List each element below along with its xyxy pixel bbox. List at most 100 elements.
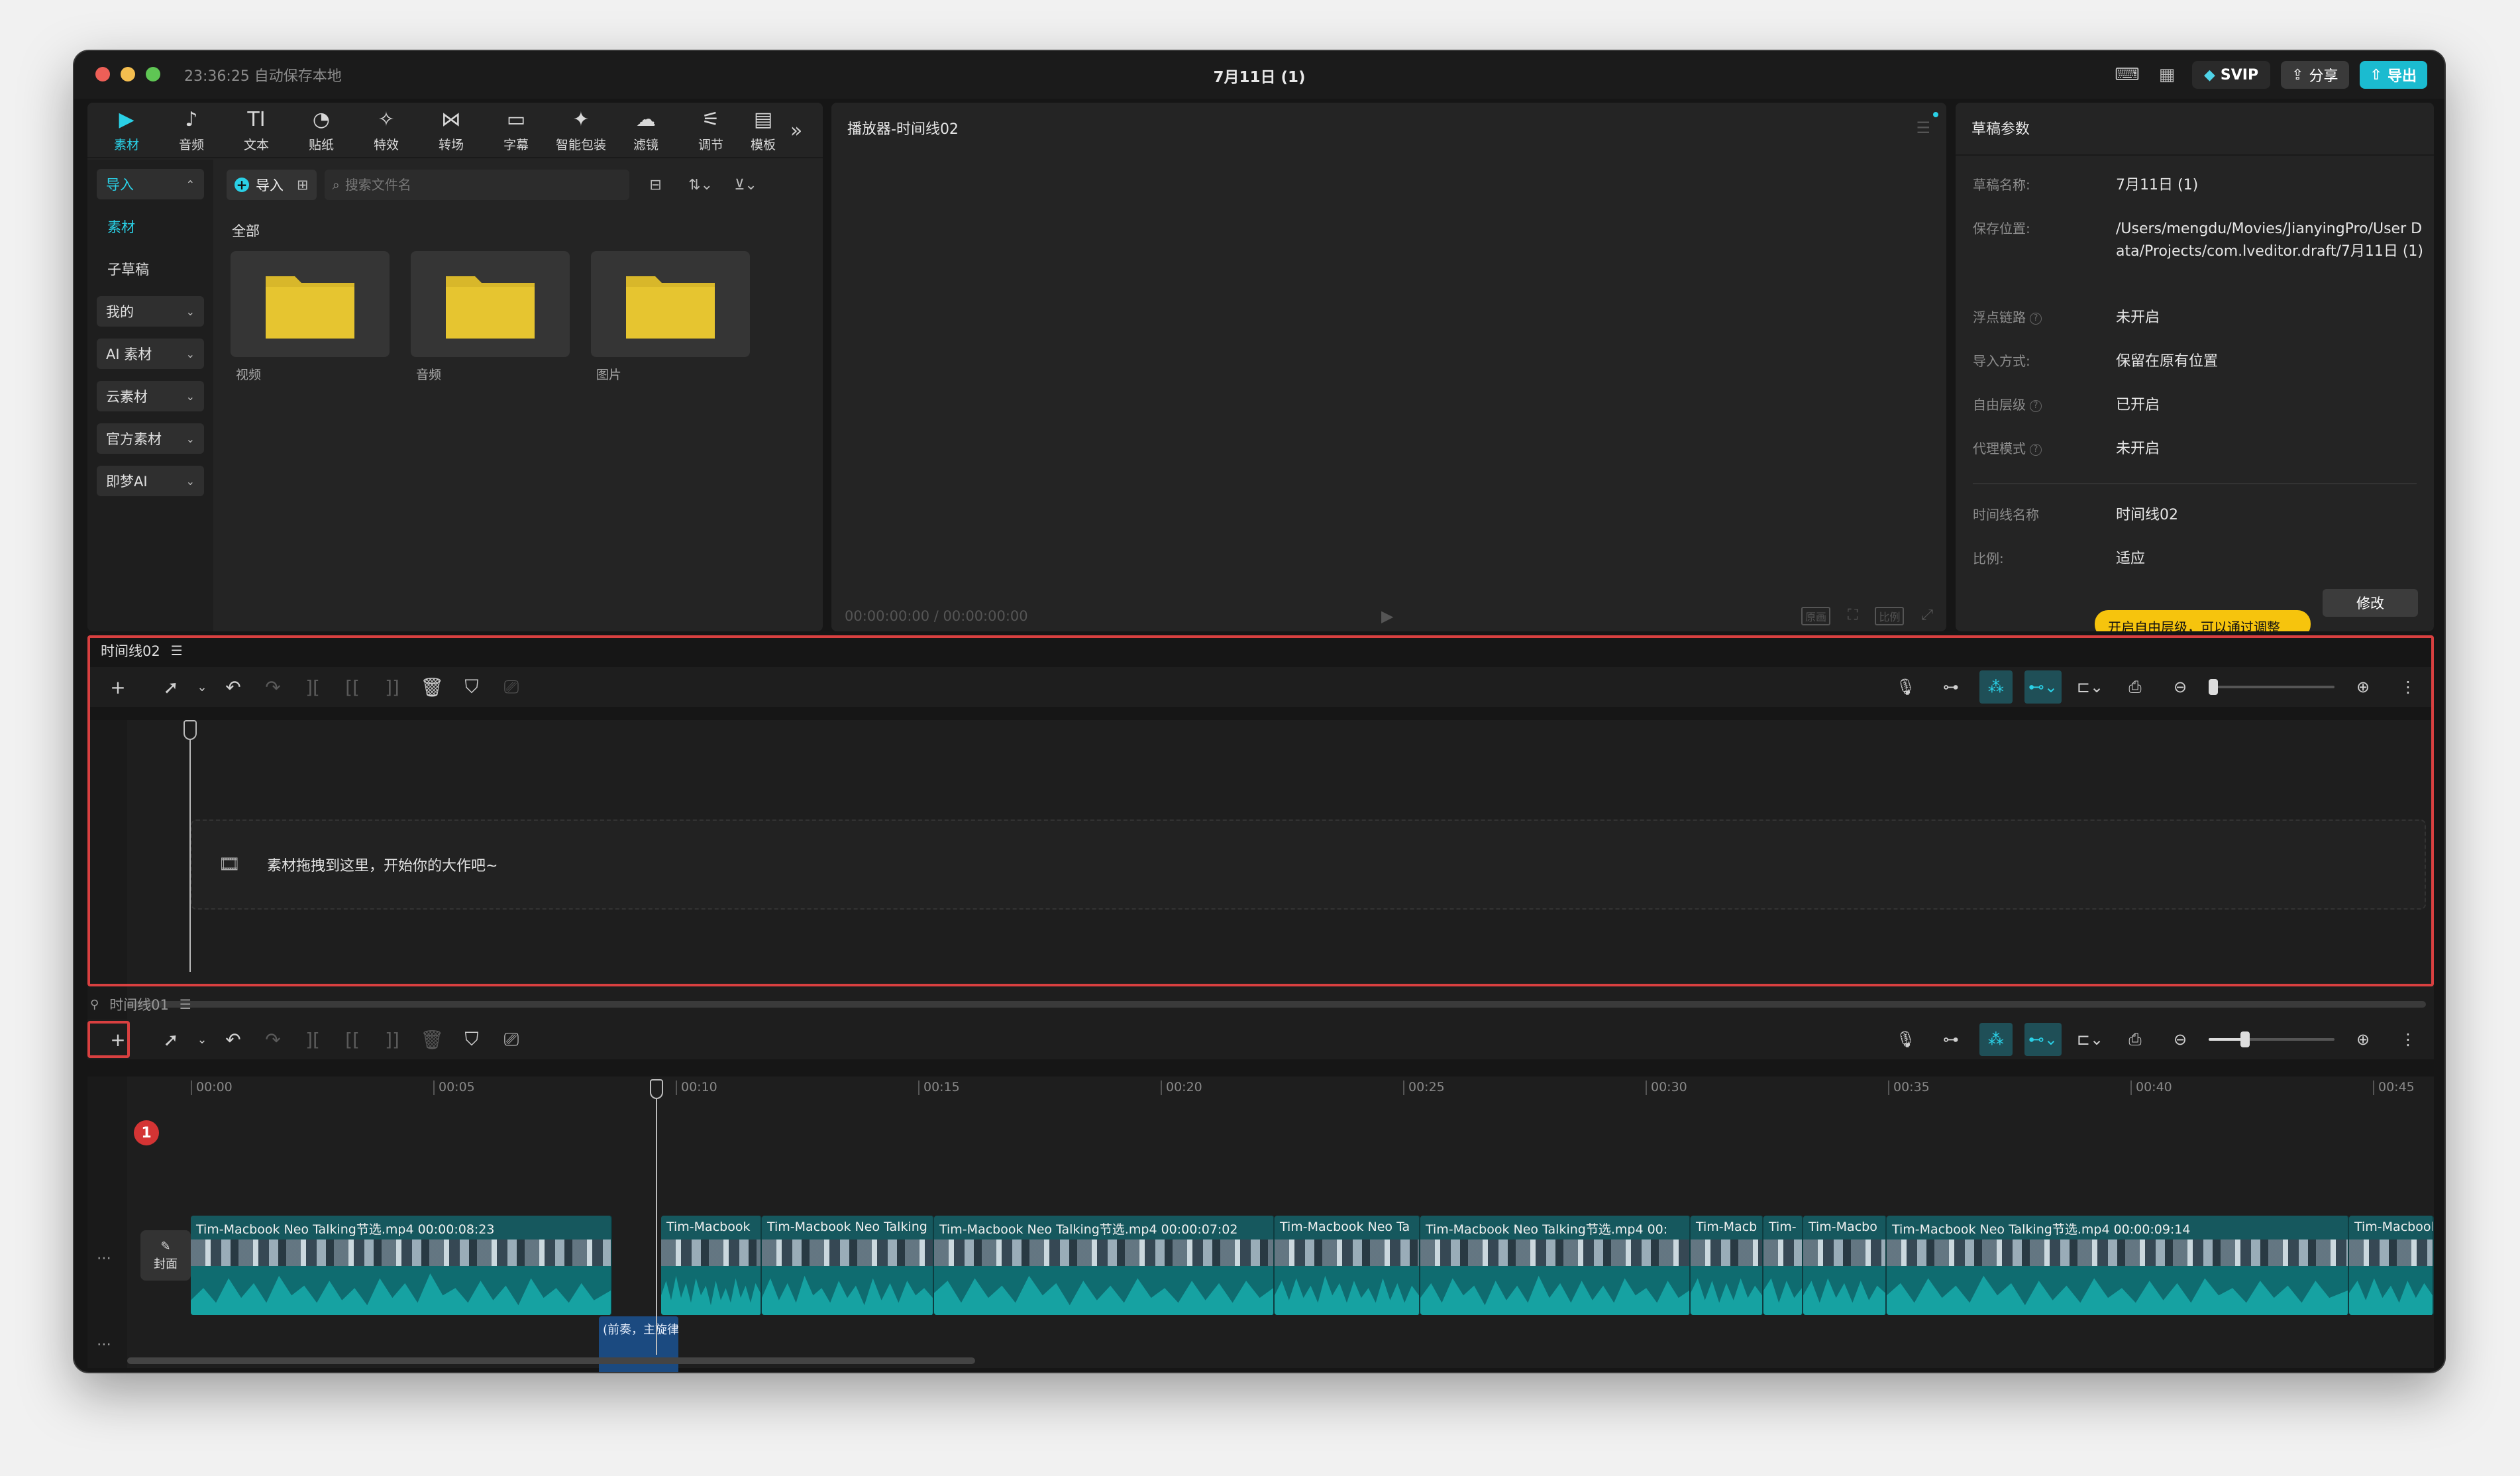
tool-label: 模板 — [750, 137, 776, 152]
zoom-slider[interactable] — [2209, 1031, 2335, 1047]
sidebar-item-mine[interactable]: 我的 ⌄ — [97, 296, 204, 327]
video-clip[interactable]: Tim-Macbook Neo Talking节选.mp4 00:00:09:1… — [1887, 1216, 2349, 1315]
zoom-knob[interactable] — [2240, 1031, 2250, 1047]
track-options-icon[interactable]: ⋯ — [97, 1336, 111, 1353]
tick-label: 00:10 — [676, 1081, 717, 1095]
view-mode-icon[interactable]: ⊟ — [637, 170, 674, 200]
audio-waveform — [1275, 1266, 1419, 1315]
text-icon: TI — [247, 107, 266, 131]
playhead[interactable] — [656, 1087, 657, 1355]
menu-icon[interactable]: ☰ — [180, 996, 191, 1012]
folder-label: 视频 — [236, 368, 262, 382]
help-icon[interactable]: ? — [2030, 443, 2042, 456]
trim-right-icon[interactable]: ]] — [372, 1023, 412, 1056]
tool-subtitle[interactable]: ▭ 字幕 — [484, 103, 549, 158]
playhead-handle[interactable] — [650, 1079, 663, 1099]
crop-icon[interactable]: ⛶ — [1848, 607, 1858, 625]
tool-template[interactable]: ▤ 模板 — [743, 103, 783, 158]
chevron-down-icon[interactable]: ⌄ — [191, 1023, 213, 1056]
timeline01-tab[interactable]: ⚲ 时间线01 ☰ — [90, 989, 191, 1020]
fullscreen-icon[interactable]: ⤢ — [1921, 607, 1933, 625]
help-icon[interactable]: ? — [2030, 312, 2042, 325]
snap-icon[interactable]: ⁂ — [1979, 1023, 2013, 1056]
horizontal-scrollbar[interactable] — [127, 1357, 975, 1364]
caption-icon[interactable]: ⎚ — [492, 1023, 531, 1056]
tool-smart-package[interactable]: ✦ 智能包装 — [549, 103, 613, 158]
folder-image[interactable]: 图片 — [591, 251, 750, 383]
filter-icon[interactable]: ⊻⌄ — [727, 170, 764, 200]
preview-axis-icon[interactable]: ⊏⌄ — [2074, 1023, 2107, 1056]
play-icon[interactable]: ▶ — [1381, 607, 1393, 625]
tool-audio[interactable]: ♪ 音频 — [159, 103, 224, 158]
tick-label: 00:15 — [918, 1081, 960, 1095]
folder-icon — [591, 251, 750, 357]
video-clip[interactable]: Tim-Macbo — [1803, 1216, 1887, 1315]
video-clip[interactable]: Tim-Macb — [1691, 1216, 1763, 1315]
video-clip[interactable]: Tim-Macbook Neo Talking — [762, 1216, 934, 1315]
tool-filter[interactable]: ☁ 滤镜 — [613, 103, 678, 158]
undo-icon[interactable]: ↶ — [213, 1023, 253, 1056]
link-icon[interactable]: ⊶ — [1934, 1023, 1968, 1056]
trim-left-icon[interactable]: [[ — [333, 1023, 372, 1056]
pin-icon[interactable]: ⚲ — [90, 998, 99, 1012]
import-button[interactable]: + 导入 ⊞ — [227, 170, 317, 200]
microphone-icon[interactable]: 🎙 — [1889, 1023, 1922, 1056]
status-dot — [1933, 112, 1938, 117]
horizontal-scrollbar[interactable] — [127, 1001, 2426, 1008]
marker-icon[interactable]: ⛉ — [452, 1023, 492, 1056]
search-input[interactable] — [344, 177, 621, 193]
svip-button[interactable]: ◆ SVIP — [2191, 61, 2271, 89]
cover-button[interactable]: ✎ 封面 — [140, 1230, 191, 1281]
delete-icon[interactable]: 🗑 — [412, 1023, 452, 1056]
folder-audio[interactable]: 音频 — [411, 251, 570, 383]
split-icon[interactable]: ][ — [293, 1023, 333, 1056]
sidebar-item-cloud-media[interactable]: 云素材 ⌄ — [97, 381, 204, 411]
video-clip[interactable]: Tim-Macbook Neo Ta — [1275, 1216, 1420, 1315]
sidebar-item-jimeng-ai[interactable]: 即梦AI ⌄ — [97, 466, 204, 496]
screenshot-icon[interactable]: ⎙ — [2119, 1023, 2152, 1056]
tool-adjust[interactable]: ⚟ 调节 — [678, 103, 743, 158]
select-tool-icon[interactable]: ➚ — [151, 1023, 191, 1056]
tool-media[interactable]: ▶ 素材 — [94, 103, 159, 158]
sidebar-item-official-media[interactable]: 官方素材 ⌄ — [97, 423, 204, 454]
layout-icon[interactable]: ▦ — [2152, 60, 2181, 89]
param-key-wrap: 代理模式? — [1973, 438, 2116, 460]
shortcuts-icon[interactable]: ⌨ — [2113, 60, 2142, 89]
text-clip[interactable]: (前奏，主旋律 — [599, 1316, 678, 1372]
free-layer-tip[interactable]: 开启自由层级，可以通过调整 — [2095, 610, 2311, 631]
share-button[interactable]: ⇪ 分享 — [2281, 61, 2349, 89]
zoom-in-icon[interactable]: ⊕ — [2346, 1023, 2380, 1056]
video-clip[interactable]: Tim- — [1763, 1216, 1803, 1315]
linkage-icon[interactable]: ⊷⌄ — [2024, 1023, 2062, 1056]
menu-icon[interactable]: ☰ — [1916, 119, 1930, 137]
export-button[interactable]: ⇧ 导出 — [2359, 61, 2427, 89]
sidebar-item-ai-media[interactable]: AI 素材 ⌄ — [97, 339, 204, 369]
tool-text[interactable]: TI 文本 — [224, 103, 289, 158]
video-clip[interactable]: Tim-Macbook — [2349, 1216, 2434, 1315]
tool-effects[interactable]: ✧ 特效 — [354, 103, 419, 158]
sidebar-item-media[interactable]: 素材 — [97, 211, 204, 242]
tool-transition[interactable]: ⋈ 转场 — [419, 103, 484, 158]
video-clip[interactable]: Tim-Macbook Neo Talking节选.mp4 00:00:08:2… — [191, 1216, 612, 1315]
clip-label: Tim-Macbook — [666, 1220, 751, 1234]
track-options-icon[interactable]: ⋯ — [97, 1250, 111, 1267]
param-key-wrap: 浮点链路? — [1973, 307, 2116, 329]
video-clip[interactable]: Tim-Macbook Neo Talking节选.mp4 00:00:07:0… — [934, 1216, 1275, 1315]
sidebar-item-sub-draft[interactable]: 子草稿 — [97, 254, 204, 284]
sidebar-item-label: 云素材 — [106, 389, 148, 405]
full-quality-button[interactable]: 原画 — [1801, 607, 1830, 625]
tool-sticker[interactable]: ◔ 贴纸 — [289, 103, 354, 158]
help-icon[interactable]: ? — [2030, 399, 2042, 412]
more-icon[interactable]: ⋮ — [2391, 1023, 2425, 1056]
zoom-out-icon[interactable]: ⊖ — [2164, 1023, 2197, 1056]
video-clip[interactable]: Tim-Macbook Neo Talking节选.mp4 00: — [1420, 1216, 1691, 1315]
ratio-button[interactable]: 比例 — [1875, 607, 1905, 625]
sort-icon[interactable]: ⇅⌄ — [682, 170, 719, 200]
video-clip[interactable]: Tim-Macbook — [661, 1216, 762, 1315]
modify-button[interactable]: 修改 — [2323, 589, 2418, 617]
redo-icon[interactable]: ↷ — [253, 1023, 293, 1056]
folder-video[interactable]: 视频 — [231, 251, 390, 383]
more-tools-icon[interactable]: » — [783, 103, 810, 158]
param-key: 浮点链路 — [1973, 309, 2026, 325]
sidebar-item-import[interactable]: 导入 ⌃ — [97, 169, 204, 199]
